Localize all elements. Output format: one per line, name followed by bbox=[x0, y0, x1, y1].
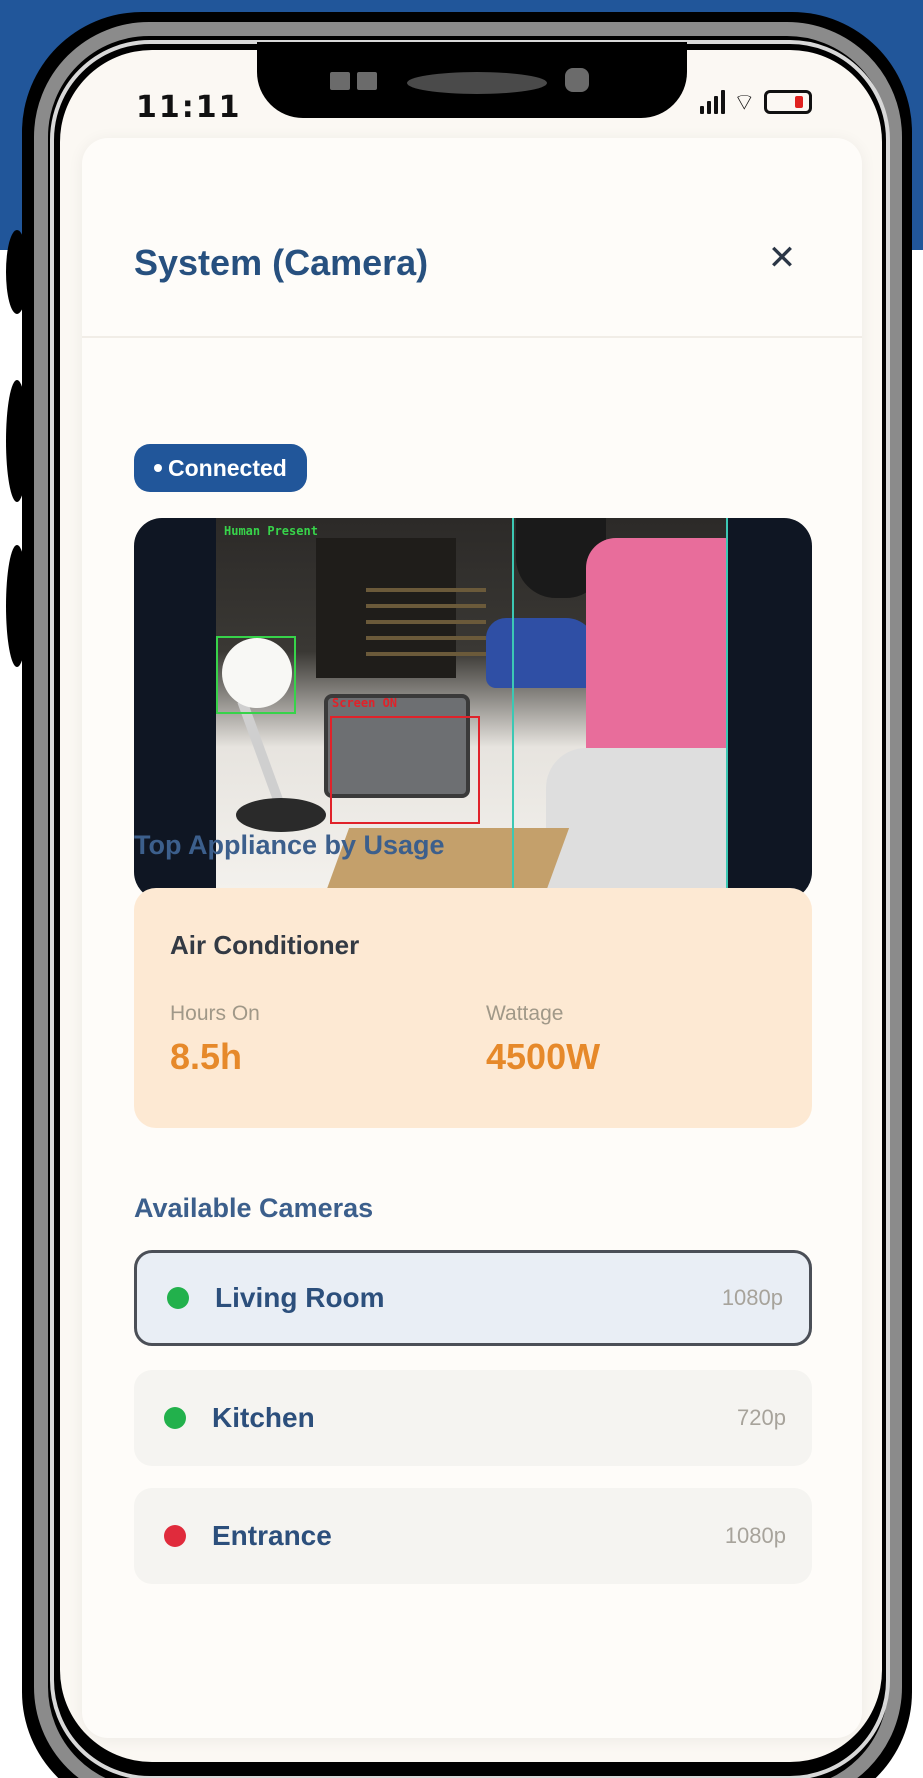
connection-status-label: Connected bbox=[168, 455, 287, 481]
appliance-name: Air Conditioner bbox=[170, 930, 360, 960]
camera-item-entrance[interactable]: Entrance 1080p bbox=[134, 1488, 812, 1584]
notch bbox=[257, 42, 687, 118]
camera-resolution: 1080p bbox=[721, 1285, 783, 1310]
feed-person-legs bbox=[546, 748, 728, 900]
modal-header: System (Camera) ✕ bbox=[82, 138, 862, 338]
detection-label-screen: Screen ON bbox=[332, 696, 398, 710]
feed-shelf-detail bbox=[366, 588, 486, 658]
close-icon[interactable]: ✕ bbox=[758, 234, 806, 282]
status-dot-icon bbox=[167, 1287, 189, 1309]
front-camera-icon bbox=[565, 68, 589, 92]
hours-on-value: 8.5h bbox=[170, 1036, 243, 1077]
top-appliance-card: Air Conditioner Hours On 8.5h Wattage 45… bbox=[134, 888, 812, 1128]
modal-title: System (Camera) bbox=[134, 242, 429, 283]
detection-guide-line bbox=[726, 518, 728, 900]
wifi-icon: ⌔ bbox=[733, 88, 756, 116]
camera-item-living-room[interactable]: Living Room 1080p bbox=[134, 1250, 812, 1346]
connection-status-badge: Connected bbox=[134, 444, 307, 492]
wattage-label: Wattage bbox=[486, 1002, 564, 1025]
camera-resolution: 720p bbox=[737, 1405, 786, 1430]
camera-name: Kitchen bbox=[212, 1402, 315, 1433]
speaker-grille bbox=[407, 72, 547, 94]
status-dot-icon bbox=[154, 464, 162, 472]
camera-name: Entrance bbox=[212, 1520, 332, 1551]
camera-resolution: 1080p bbox=[724, 1523, 786, 1548]
feed-bag bbox=[486, 618, 596, 688]
signal-icon bbox=[700, 90, 725, 114]
status-dot-icon bbox=[164, 1407, 186, 1429]
feed-lamp-arm bbox=[237, 699, 285, 807]
wattage-value: 4500W bbox=[486, 1036, 601, 1077]
battery-icon bbox=[763, 90, 812, 114]
camera-name: Living Room bbox=[215, 1282, 385, 1313]
sensor-icon bbox=[357, 72, 377, 90]
feed-lamp-base bbox=[236, 798, 326, 832]
top-appliance-heading: Top Appliance by Usage bbox=[134, 830, 445, 860]
status-icons: ⌔ bbox=[700, 90, 812, 114]
feed-person-body bbox=[586, 538, 728, 778]
camera-item-kitchen[interactable]: Kitchen 720p bbox=[134, 1370, 812, 1466]
sensor-icon bbox=[330, 72, 350, 90]
detection-box-human bbox=[216, 636, 296, 714]
status-time: 11:11 bbox=[136, 90, 242, 125]
detection-guide-line bbox=[512, 518, 514, 900]
available-cameras-heading: Available Cameras bbox=[134, 1193, 374, 1223]
status-dot-icon bbox=[164, 1525, 186, 1547]
detection-box-screen bbox=[330, 716, 480, 824]
detection-label-human: Human Present bbox=[224, 524, 318, 538]
hours-on-label: Hours On bbox=[170, 1002, 260, 1025]
